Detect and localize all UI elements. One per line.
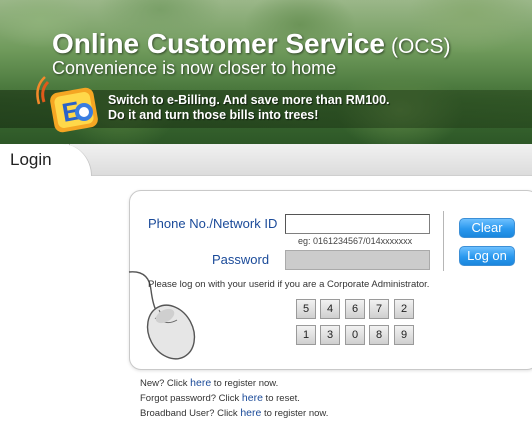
register-line: New? Click here to register now.	[140, 376, 328, 391]
password-label: Password	[212, 252, 270, 267]
promo-line-1: Switch to e-Billing. And save more than …	[108, 93, 390, 107]
help-links: New? Click here to register now. Forgot …	[140, 376, 328, 421]
e-billing-logo-icon: E	[36, 76, 98, 133]
corporate-notice: Please log on with your userid if you ar…	[148, 279, 430, 290]
broadband-suffix: to register now.	[261, 408, 329, 419]
register-prefix: New? Click	[140, 378, 191, 389]
keypad-key[interactable]: 0	[345, 325, 365, 345]
broadband-register-link[interactable]: here	[240, 407, 261, 419]
tab-login-curve	[62, 144, 92, 176]
forgot-password-link[interactable]: here	[242, 392, 263, 404]
forgot-suffix: to reset.	[262, 393, 300, 404]
keypad-key[interactable]: 8	[369, 325, 389, 345]
banner-title-abbr: (OCS)	[391, 35, 451, 58]
keypad-key[interactable]: 7	[369, 299, 389, 319]
phone-hint: eg: 0161234567/014xxxxxxx	[298, 236, 413, 246]
banner-title-text: Online Customer Service	[52, 28, 386, 59]
banner-title: Online Customer Service (OCS)	[52, 28, 451, 60]
forgot-password-line: Forgot password? Click here to reset.	[140, 391, 328, 406]
keypad-key[interactable]: 9	[394, 325, 414, 345]
phone-input[interactable]	[285, 214, 430, 234]
tab-bar	[0, 144, 532, 176]
form-divider	[443, 211, 444, 271]
phone-label: Phone No./Network ID	[148, 216, 278, 231]
keypad-key[interactable]: 3	[320, 325, 340, 345]
keypad-key[interactable]: 5	[296, 299, 316, 319]
clear-button[interactable]: Clear	[459, 218, 515, 238]
password-input[interactable]	[285, 250, 430, 270]
header-banner: Online Customer Service (OCS) Convenience…	[0, 0, 532, 144]
keypad-key[interactable]: 4	[320, 299, 340, 319]
register-suffix: to register now.	[211, 378, 279, 389]
forgot-prefix: Forgot password? Click	[140, 393, 242, 404]
promo-line-2: Do it and turn those bills into trees!	[108, 108, 319, 122]
promo-text: Switch to e-Billing. And save more than …	[108, 93, 390, 123]
keypad-key[interactable]: 1	[296, 325, 316, 345]
keypad-key[interactable]: 2	[394, 299, 414, 319]
keypad-key[interactable]: 6	[345, 299, 365, 319]
broadband-line: Broadband User? Click here to register n…	[140, 406, 328, 421]
tab-login-label: Login	[10, 150, 52, 169]
broadband-prefix: Broadband User? Click	[140, 408, 241, 419]
register-link[interactable]: here	[190, 377, 211, 389]
logon-button[interactable]: Log on	[459, 246, 515, 266]
